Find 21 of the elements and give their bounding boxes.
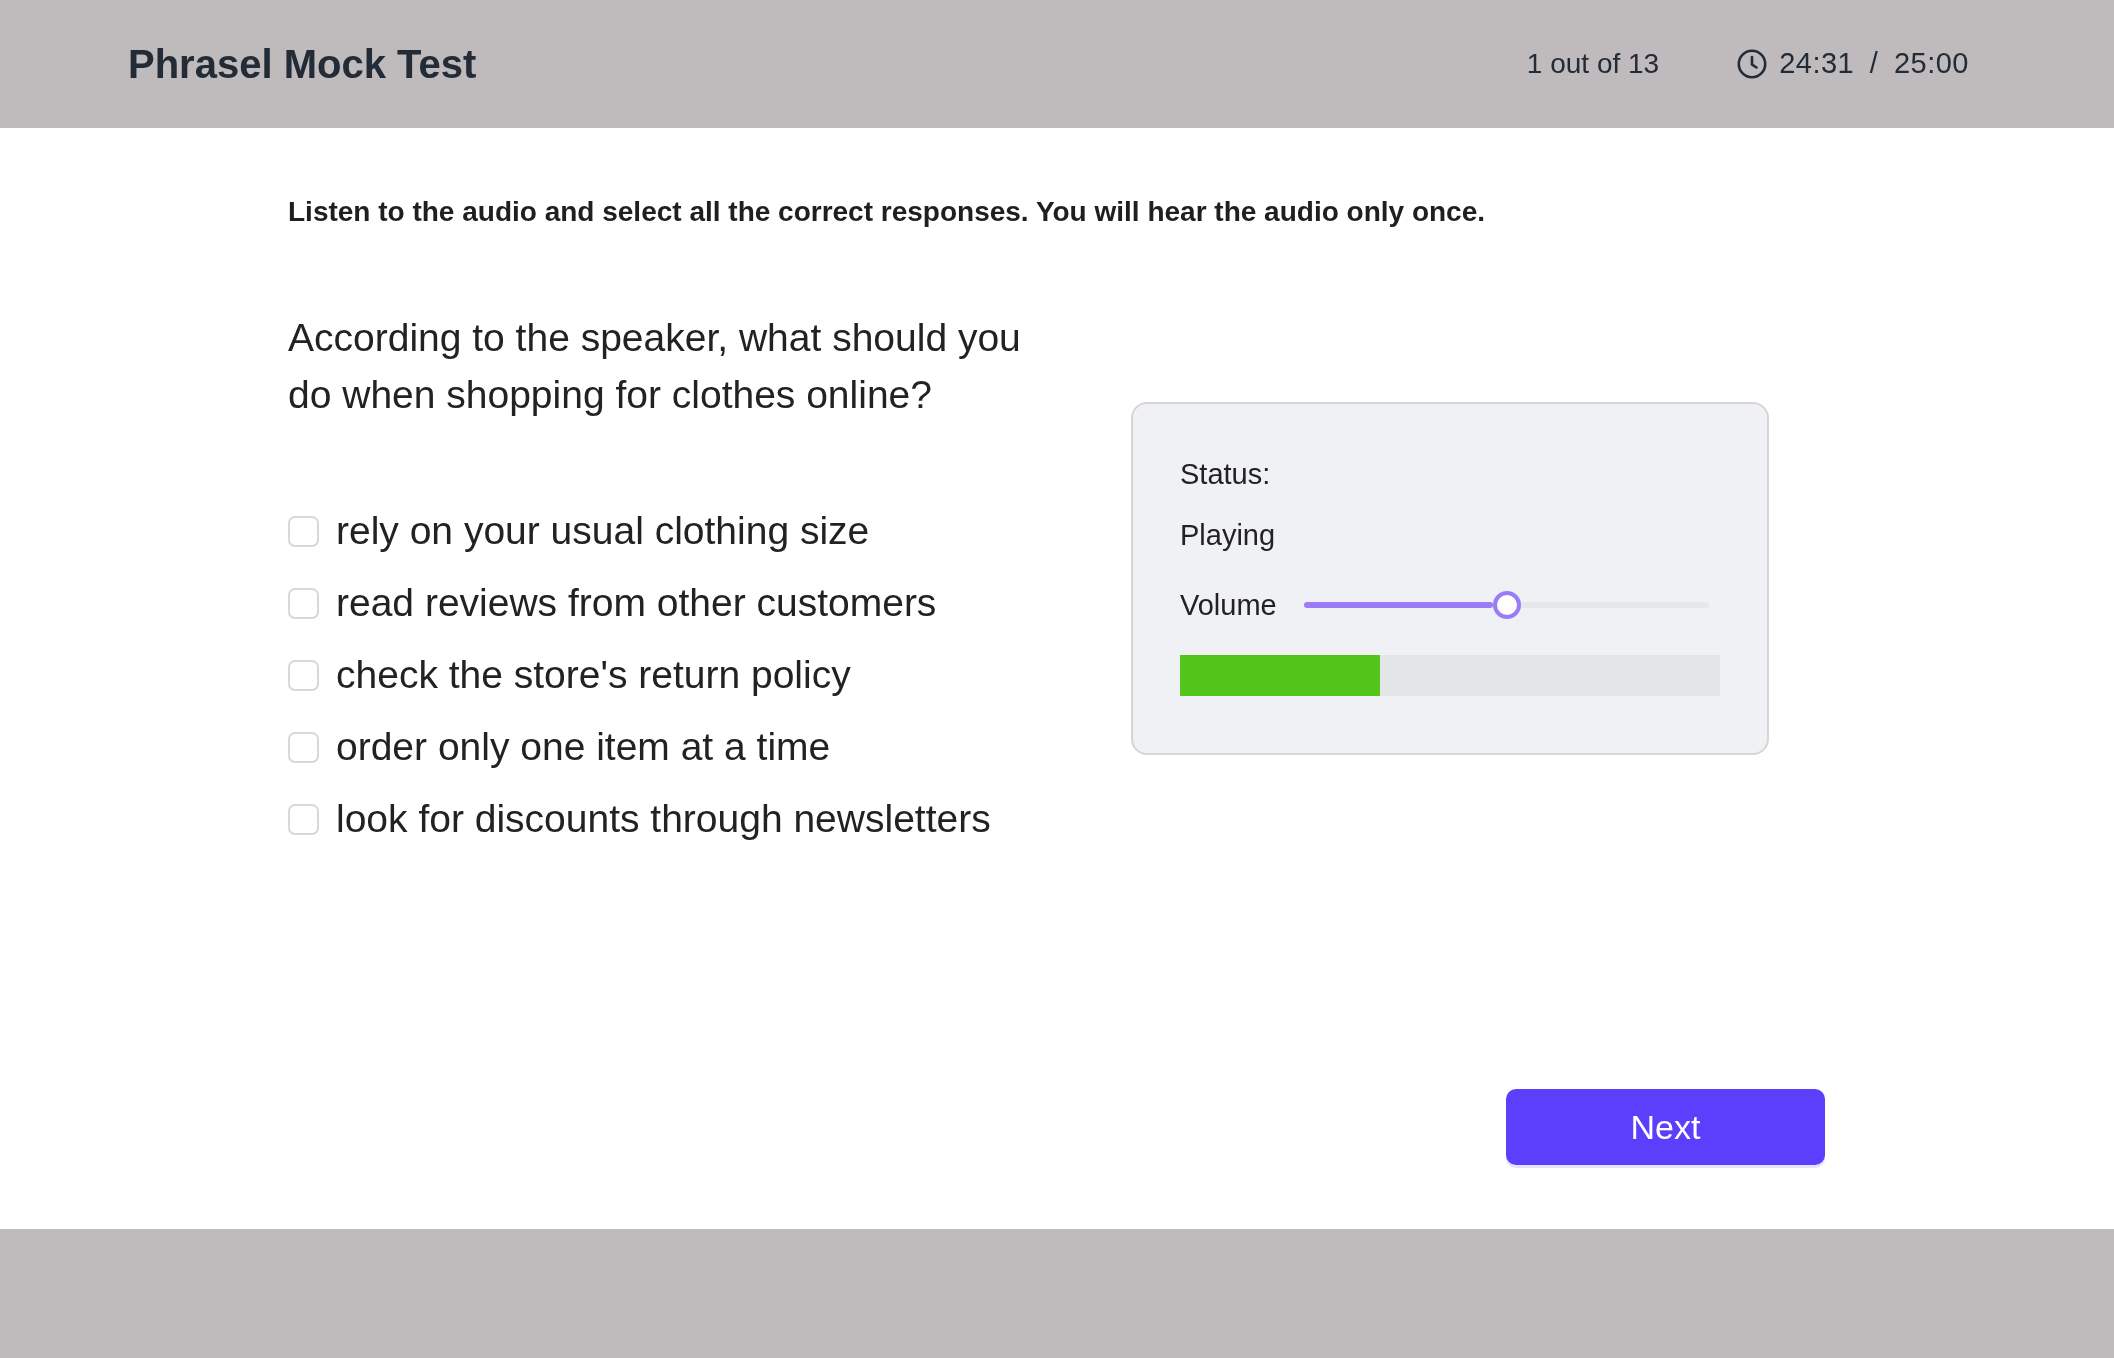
- question-text: According to the speaker, what should you do when shopping for clothes online?: [288, 315, 1022, 418]
- checkbox[interactable]: [288, 587, 319, 619]
- question-counter: 1 out of 13: [1526, 47, 1660, 81]
- checkbox[interactable]: [288, 803, 319, 835]
- checkbox[interactable]: [288, 515, 319, 547]
- status-text: Playing: [1180, 518, 1277, 553]
- volume-slider-thumb[interactable]: [1492, 591, 1521, 619]
- checkbox[interactable]: [288, 659, 319, 691]
- app-title: Phrasel Mock Test: [128, 41, 477, 88]
- option-label: rely on your usual clothing size: [336, 507, 870, 554]
- status-label: Status:: [1180, 457, 1272, 492]
- volume-label: Volume: [1180, 588, 1278, 623]
- option-label: check the store's return policy: [336, 651, 851, 698]
- instruction-text: Listen to the audio and select all the correct responses. You will hear the audio only once.: [288, 195, 1486, 229]
- next-button[interactable]: Next: [1506, 1089, 1825, 1165]
- option-label: look for discounts through newsletters: [336, 795, 991, 842]
- option-label: order only one item at a time: [336, 723, 831, 770]
- timer-text: 24:31 / 25:00: [1779, 46, 1969, 82]
- checkbox[interactable]: [288, 731, 319, 763]
- clock-icon: [1737, 49, 1768, 79]
- option-label: read reviews from other customers: [336, 579, 937, 626]
